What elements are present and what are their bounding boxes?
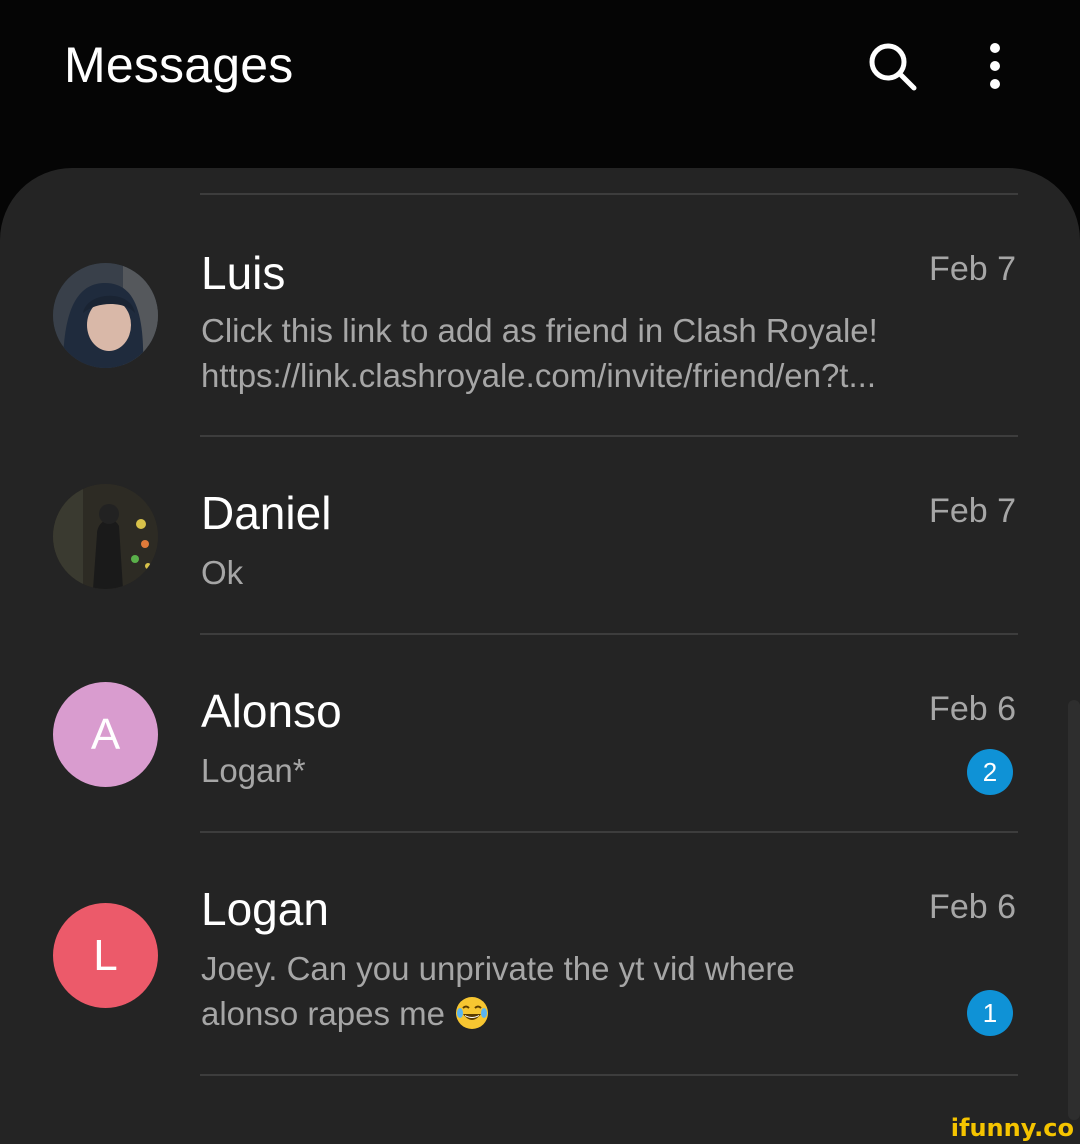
page-title: Messages bbox=[64, 37, 294, 93]
more-options-button[interactable] bbox=[972, 36, 1018, 96]
unread-badge: 1 bbox=[967, 990, 1013, 1036]
message-preview: Click this link to add as friend in Clas… bbox=[201, 312, 878, 349]
message-preview-line2: alonso rapes me bbox=[201, 992, 490, 1035]
search-icon bbox=[869, 43, 917, 91]
message-preview-text: alonso rapes me bbox=[201, 995, 445, 1032]
message-preview-line2: https://link.clashroyale.com/invite/frie… bbox=[201, 357, 876, 394]
scrollbar[interactable] bbox=[1068, 700, 1080, 1120]
message-preview: Ok bbox=[201, 554, 244, 591]
avatar-letter: L bbox=[93, 931, 118, 980]
avatar-letter: A bbox=[90, 710, 121, 759]
avatar[interactable] bbox=[53, 263, 158, 368]
laughing-tears-emoji-icon bbox=[456, 997, 489, 1029]
contact-name: Luis bbox=[201, 247, 286, 299]
search-button[interactable] bbox=[862, 36, 922, 96]
more-vertical-icon bbox=[990, 43, 1000, 89]
message-date: Feb 6 bbox=[929, 690, 1016, 728]
message-date: Feb 7 bbox=[929, 492, 1016, 530]
message-date: Feb 7 bbox=[929, 250, 1016, 288]
divider bbox=[200, 633, 1018, 635]
message-preview: Logan* bbox=[201, 752, 306, 789]
divider bbox=[200, 1074, 1018, 1076]
avatar-photo-icon bbox=[53, 484, 158, 589]
unread-badge: 2 bbox=[967, 749, 1013, 795]
contact-name: Alonso bbox=[201, 685, 342, 737]
avatar[interactable] bbox=[53, 484, 158, 589]
watermark: ifunny.co bbox=[950, 1114, 1074, 1142]
contact-name: Logan bbox=[201, 883, 329, 935]
avatar[interactable]: L bbox=[53, 903, 158, 1008]
contact-name: Daniel bbox=[201, 487, 332, 539]
divider bbox=[200, 831, 1018, 833]
divider bbox=[200, 435, 1018, 437]
app-header: Messages bbox=[0, 0, 1080, 170]
conversation-list: Luis Feb 7 Click this link to add as fri… bbox=[0, 168, 1080, 1144]
divider bbox=[200, 193, 1018, 195]
message-date: Feb 6 bbox=[929, 888, 1016, 926]
avatar[interactable]: A bbox=[53, 682, 158, 787]
avatar-photo-icon bbox=[53, 263, 158, 368]
message-preview: Joey. Can you unprivate the yt vid where bbox=[201, 950, 795, 987]
